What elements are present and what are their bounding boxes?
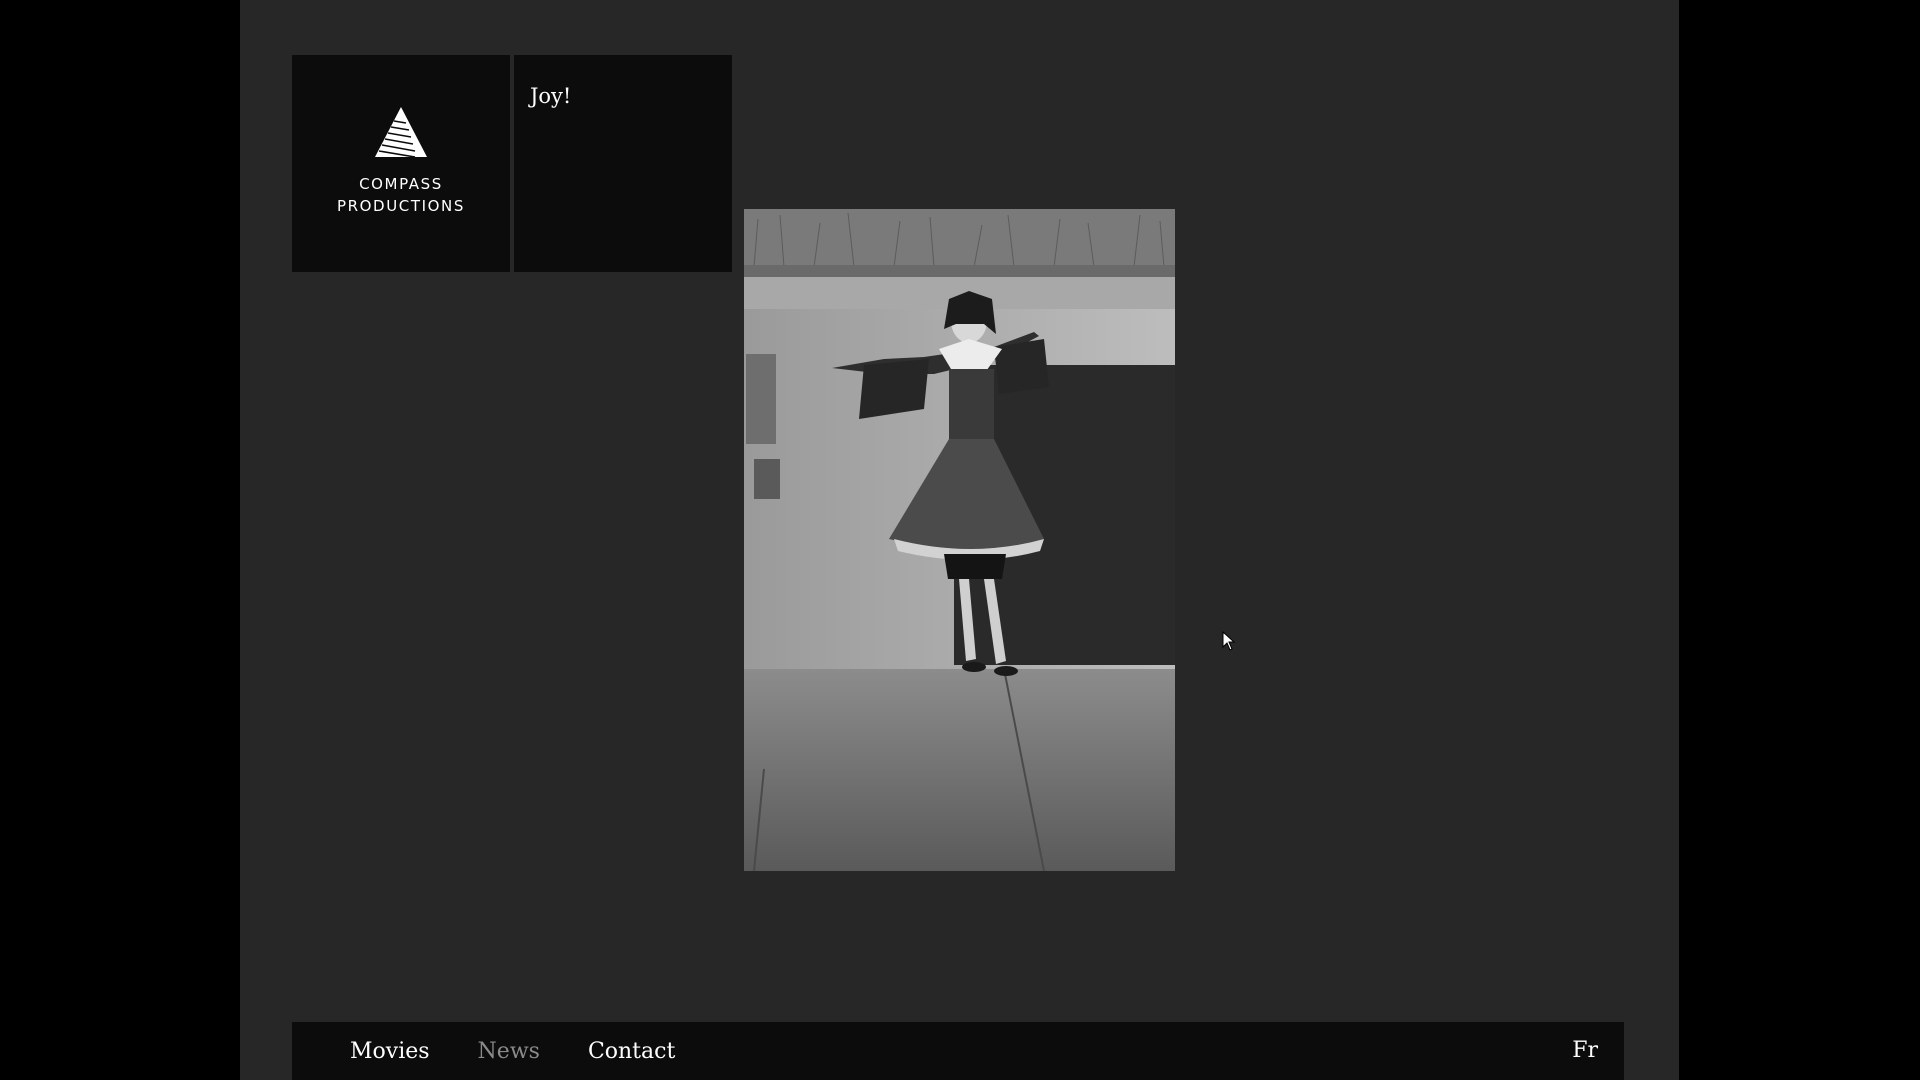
main-nav: Movies News Contact: [350, 1022, 723, 1080]
bottom-nav-bar: Movies News Contact Fr: [292, 1022, 1624, 1080]
nav-item-movies[interactable]: Movies: [350, 1039, 430, 1064]
nav-item-contact[interactable]: Contact: [588, 1039, 675, 1064]
featured-photo: [744, 209, 1175, 871]
logo-wordmark: COMPASS PRODUCTIONS: [337, 173, 465, 217]
page-container: COMPASS PRODUCTIONS Joy! Movies News Con…: [240, 0, 1679, 1080]
page-title: Joy!: [530, 84, 572, 108]
mouse-cursor-icon: [1222, 630, 1236, 655]
title-tile: Joy!: [514, 55, 732, 272]
logo-line-2: PRODUCTIONS: [336, 196, 465, 215]
language-switch[interactable]: Fr: [1572, 1022, 1598, 1080]
triangle-logo-icon: [375, 106, 427, 161]
home-logo-link[interactable]: COMPASS PRODUCTIONS: [292, 55, 510, 272]
photo-nun-twirling-icon: [744, 209, 1175, 871]
nav-item-news[interactable]: News: [478, 1039, 540, 1064]
logo-line-1: COMPASS: [359, 174, 443, 193]
